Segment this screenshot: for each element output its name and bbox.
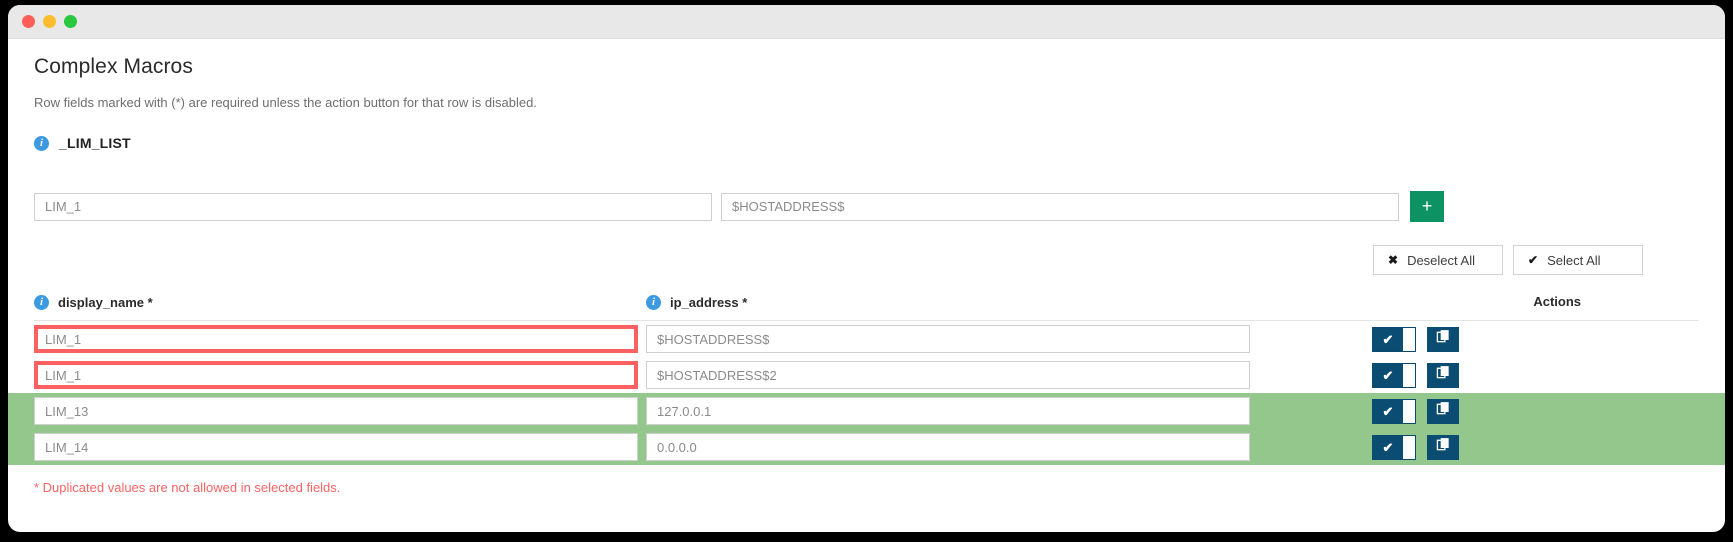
cell-display-name <box>34 397 638 425</box>
new-display-name-input[interactable] <box>34 192 712 221</box>
display-name-input[interactable] <box>34 361 638 389</box>
maximize-window-button[interactable] <box>64 15 77 28</box>
table-row: ✔ <box>34 357 1699 393</box>
minimize-window-button[interactable] <box>43 15 56 28</box>
column-header-actions: Actions <box>1250 293 1699 311</box>
ip-address-input[interactable] <box>646 361 1250 389</box>
info-icon[interactable]: i <box>34 294 49 310</box>
check-icon: ✔ <box>1528 253 1539 267</box>
deselect-all-button[interactable]: ✖ Deselect All <box>1373 245 1503 275</box>
copy-icon <box>1436 365 1451 385</box>
display-name-input[interactable] <box>34 325 638 353</box>
deselect-all-label: Deselect All <box>1407 252 1475 268</box>
close-window-button[interactable] <box>22 15 35 28</box>
table-header-row: i display_name * i ip_address * Actions <box>34 293 1699 321</box>
column-header-ip-address: i ip_address * <box>646 294 1250 310</box>
cell-actions: ✔ <box>1250 362 1699 388</box>
cell-display-name <box>34 361 638 389</box>
cell-ip-address <box>646 433 1250 461</box>
table-row: ✔ <box>34 321 1699 357</box>
page-title: Complex Macros <box>34 55 193 78</box>
cell-ip-address <box>646 397 1250 425</box>
validation-error-message: * Duplicated values are not allowed in s… <box>34 480 341 495</box>
column-header-display-name: i display_name * <box>34 294 638 310</box>
copy-icon <box>1436 437 1451 457</box>
duplicate-row-button[interactable] <box>1427 362 1459 388</box>
ip-address-input[interactable] <box>646 325 1250 353</box>
select-all-label: Select All <box>1547 252 1601 268</box>
table-body: ✔ ✔ ✔ ✔ <box>8 321 1725 465</box>
page-subtitle: Row fields marked with (*) are required … <box>34 95 537 110</box>
new-ip-address-input[interactable] <box>721 192 1399 221</box>
add-row-button[interactable]: + <box>1410 191 1444 222</box>
cell-actions: ✔ <box>1250 398 1699 424</box>
app-window: Complex Macros Row fields marked with (*… <box>8 5 1725 532</box>
info-icon[interactable]: i <box>646 294 661 310</box>
ip-address-input[interactable] <box>646 433 1250 461</box>
cell-ip-address <box>646 325 1250 353</box>
page-content: Complex Macros Row fields marked with (*… <box>8 39 1725 532</box>
column-header-actions-label: Actions <box>1533 294 1581 309</box>
check-icon: ✔ <box>1373 327 1403 351</box>
duplicate-row-button[interactable] <box>1427 326 1459 352</box>
copy-icon <box>1436 401 1451 421</box>
row-enable-toggle[interactable]: ✔ <box>1372 434 1416 460</box>
table-row: ✔ <box>8 429 1725 465</box>
new-entry-row: + <box>34 191 1699 222</box>
check-icon: ✔ <box>1373 435 1403 459</box>
row-enable-toggle[interactable]: ✔ <box>1372 362 1416 388</box>
copy-icon <box>1436 329 1451 349</box>
duplicate-row-button[interactable] <box>1427 434 1459 460</box>
selection-toolbar: ✖ Deselect All ✔ Select All <box>34 245 1699 275</box>
cell-ip-address <box>646 361 1250 389</box>
check-icon: ✔ <box>1373 363 1403 387</box>
macro-group-header: i _LIM_LIST <box>34 135 1699 151</box>
column-header-display-name-label: display_name * <box>58 294 153 310</box>
select-all-button[interactable]: ✔ Select All <box>1513 245 1643 275</box>
duplicate-row-button[interactable] <box>1427 398 1459 424</box>
close-icon: ✖ <box>1388 253 1399 267</box>
macro-group-name: _LIM_LIST <box>59 135 131 151</box>
cell-display-name <box>34 433 638 461</box>
cell-display-name <box>34 325 638 353</box>
window-titlebar <box>8 5 1725 39</box>
display-name-input[interactable] <box>34 397 638 425</box>
ip-address-input[interactable] <box>646 397 1250 425</box>
row-enable-toggle[interactable]: ✔ <box>1372 326 1416 352</box>
info-icon[interactable]: i <box>34 135 49 151</box>
cell-actions: ✔ <box>1250 326 1699 352</box>
cell-actions: ✔ <box>1250 434 1699 460</box>
table-row: ✔ <box>8 393 1725 429</box>
row-enable-toggle[interactable]: ✔ <box>1372 398 1416 424</box>
macro-table: i display_name * i ip_address * Actions … <box>8 293 1725 465</box>
column-header-ip-address-label: ip_address * <box>670 294 748 310</box>
check-icon: ✔ <box>1373 399 1403 423</box>
display-name-input[interactable] <box>34 433 638 461</box>
